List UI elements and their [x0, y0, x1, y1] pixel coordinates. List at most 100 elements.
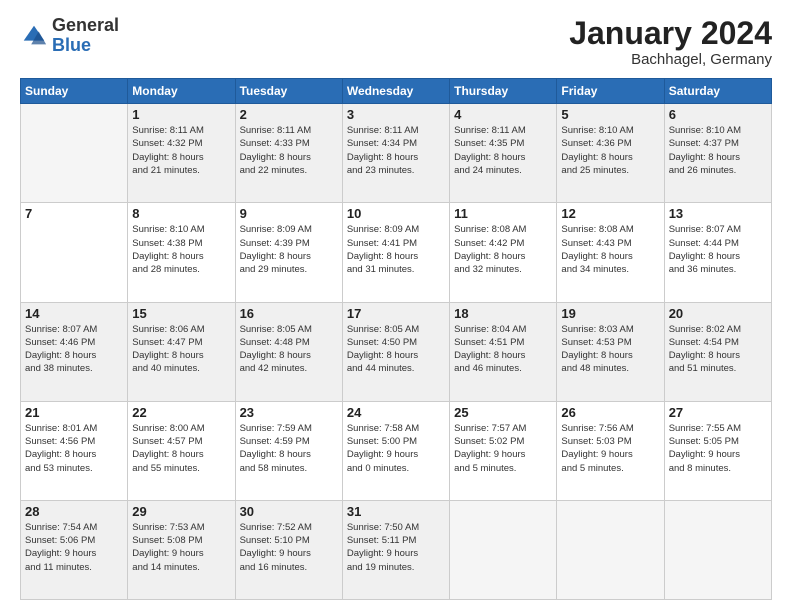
day-number: 22	[132, 405, 230, 420]
table-row: 21Sunrise: 8:01 AM Sunset: 4:56 PM Dayli…	[21, 401, 128, 500]
table-row: 23Sunrise: 7:59 AM Sunset: 4:59 PM Dayli…	[235, 401, 342, 500]
day-number: 14	[25, 306, 123, 321]
table-row: 25 Sunrise: 7:57 AM Sunset: 5:02 PM Dayli…	[450, 401, 557, 500]
table-row: 17 Sunrise: 8:05 AM Sunset: 4:50 PM Dayli…	[342, 302, 449, 401]
day-info: Sunrise: 8:10 AM Sunset: 4:37 PM Dayligh…	[669, 124, 767, 177]
day-number: 18	[454, 306, 552, 321]
day-number: 23	[240, 405, 338, 420]
table-row: 14 Sunrise: 8:07 AM Sunset: 4:46 PM Dayli…	[21, 302, 128, 401]
table-row: 30 Sunrise: 7:52 AM Sunset: 5:10 PM Dayli…	[235, 500, 342, 599]
day-info: Sunrise: 7:54 AM Sunset: 5:06 PM Dayligh…	[25, 521, 123, 574]
day-info: Sunrise: 8:05 AM Sunset: 4:50 PM Dayligh…	[347, 323, 445, 376]
table-row: 19 Sunrise: 8:03 AM Sunset: 4:53 PM Dayli…	[557, 302, 664, 401]
day-info: Sunrise: 8:11 AM Sunset: 4:35 PM Dayligh…	[454, 124, 552, 177]
logo-icon	[20, 22, 48, 50]
day-number: 25	[454, 405, 552, 420]
logo: General Blue	[20, 16, 119, 56]
day-info: Sunrise: 7:52 AM Sunset: 5:10 PM Dayligh…	[240, 521, 338, 574]
day-number: 1	[132, 107, 230, 122]
day-number: 11	[454, 206, 552, 221]
day-number: 19	[561, 306, 659, 321]
table-row	[664, 500, 771, 599]
day-info: Sunrise: 8:10 AM Sunset: 4:38 PM Dayligh…	[132, 223, 230, 276]
day-info: Sunrise: 7:55 AM Sunset: 5:05 PM Dayligh…	[669, 422, 767, 475]
location: Bachhagel, Germany	[569, 51, 772, 68]
table-row: 3Sunrise: 8:11 AM Sunset: 4:34 PM Daylig…	[342, 104, 449, 203]
logo-blue-text: Blue	[52, 35, 91, 55]
day-info: Sunrise: 7:56 AM Sunset: 5:03 PM Dayligh…	[561, 422, 659, 475]
day-number: 4	[454, 107, 552, 122]
day-info: Sunrise: 8:02 AM Sunset: 4:54 PM Dayligh…	[669, 323, 767, 376]
day-number: 2	[240, 107, 338, 122]
day-number: 13	[669, 206, 767, 221]
table-row: 5 Sunrise: 8:10 AM Sunset: 4:36 PM Daylig…	[557, 104, 664, 203]
day-info: Sunrise: 8:00 AM Sunset: 4:57 PM Dayligh…	[132, 422, 230, 475]
day-info: Sunrise: 7:57 AM Sunset: 5:02 PM Dayligh…	[454, 422, 552, 475]
day-number: 12	[561, 206, 659, 221]
table-row: 29 Sunrise: 7:53 AM Sunset: 5:08 PM Dayli…	[128, 500, 235, 599]
header: General Blue January 2024 Bachhagel, Ger…	[20, 16, 772, 68]
day-number: 10	[347, 206, 445, 221]
day-number: 16	[240, 306, 338, 321]
table-row: 2 Sunrise: 8:11 AM Sunset: 4:33 PM Daylig…	[235, 104, 342, 203]
logo-text: General Blue	[52, 16, 119, 56]
day-info: Sunrise: 8:11 AM Sunset: 4:33 PM Dayligh…	[240, 124, 338, 177]
table-row: 6 Sunrise: 8:10 AM Sunset: 4:37 PM Daylig…	[664, 104, 771, 203]
day-number: 26	[561, 405, 659, 420]
table-row	[450, 500, 557, 599]
logo-general: General	[52, 15, 119, 35]
day-number: 24	[347, 405, 445, 420]
day-info: Sunrise: 8:09 AM Sunset: 4:39 PM Dayligh…	[240, 223, 338, 276]
table-row: 8 Sunrise: 8:10 AM Sunset: 4:38 PM Daylig…	[128, 203, 235, 302]
day-number: 6	[669, 107, 767, 122]
table-row: 22 Sunrise: 8:00 AM Sunset: 4:57 PM Dayli…	[128, 401, 235, 500]
table-row: 7	[21, 203, 128, 302]
calendar-row: 14 Sunrise: 8:07 AM Sunset: 4:46 PM Dayli…	[21, 302, 772, 401]
table-row: 26 Sunrise: 7:56 AM Sunset: 5:03 PM Dayli…	[557, 401, 664, 500]
day-info: Sunrise: 8:01 AM Sunset: 4:56 PM Dayligh…	[25, 422, 123, 475]
calendar-row: 1 Sunrise: 8:11 AM Sunset: 4:32 PM Daylig…	[21, 104, 772, 203]
header-wednesday: Wednesday	[342, 79, 449, 104]
day-info: Sunrise: 7:53 AM Sunset: 5:08 PM Dayligh…	[132, 521, 230, 574]
day-number: 15	[132, 306, 230, 321]
day-info: Sunrise: 8:08 AM Sunset: 4:42 PM Dayligh…	[454, 223, 552, 276]
header-sunday: Sunday	[21, 79, 128, 104]
day-info: Sunrise: 8:11 AM Sunset: 4:32 PM Dayligh…	[132, 124, 230, 177]
table-row: 12Sunrise: 8:08 AM Sunset: 4:43 PM Dayli…	[557, 203, 664, 302]
table-row: 20Sunrise: 8:02 AM Sunset: 4:54 PM Dayli…	[664, 302, 771, 401]
weekday-header-row: Sunday Monday Tuesday Wednesday Thursday…	[21, 79, 772, 104]
header-saturday: Saturday	[664, 79, 771, 104]
day-number: 30	[240, 504, 338, 519]
day-info: Sunrise: 8:03 AM Sunset: 4:53 PM Dayligh…	[561, 323, 659, 376]
day-number: 27	[669, 405, 767, 420]
table-row: 9 Sunrise: 8:09 AM Sunset: 4:39 PM Daylig…	[235, 203, 342, 302]
day-number: 31	[347, 504, 445, 519]
day-number: 9	[240, 206, 338, 221]
table-row	[21, 104, 128, 203]
day-number: 17	[347, 306, 445, 321]
header-thursday: Thursday	[450, 79, 557, 104]
table-row: 11 Sunrise: 8:08 AM Sunset: 4:42 PM Dayli…	[450, 203, 557, 302]
day-number: 28	[25, 504, 123, 519]
table-row: 16Sunrise: 8:05 AM Sunset: 4:48 PM Dayli…	[235, 302, 342, 401]
table-row: 13Sunrise: 8:07 AM Sunset: 4:44 PM Dayli…	[664, 203, 771, 302]
month-title: January 2024	[569, 16, 772, 51]
day-number: 29	[132, 504, 230, 519]
day-info: Sunrise: 8:06 AM Sunset: 4:47 PM Dayligh…	[132, 323, 230, 376]
table-row: 1 Sunrise: 8:11 AM Sunset: 4:32 PM Daylig…	[128, 104, 235, 203]
day-info: Sunrise: 8:09 AM Sunset: 4:41 PM Dayligh…	[347, 223, 445, 276]
calendar-table: Sunday Monday Tuesday Wednesday Thursday…	[20, 78, 772, 600]
header-monday: Monday	[128, 79, 235, 104]
day-info: Sunrise: 8:07 AM Sunset: 4:46 PM Dayligh…	[25, 323, 123, 376]
day-number: 8	[132, 206, 230, 221]
title-block: January 2024 Bachhagel, Germany	[569, 16, 772, 68]
day-number: 5	[561, 107, 659, 122]
table-row: 24Sunrise: 7:58 AM Sunset: 5:00 PM Dayli…	[342, 401, 449, 500]
day-info: Sunrise: 8:10 AM Sunset: 4:36 PM Dayligh…	[561, 124, 659, 177]
calendar-row: 28 Sunrise: 7:54 AM Sunset: 5:06 PM Dayli…	[21, 500, 772, 599]
page: General Blue January 2024 Bachhagel, Ger…	[0, 0, 792, 612]
table-row: 4 Sunrise: 8:11 AM Sunset: 4:35 PM Daylig…	[450, 104, 557, 203]
day-info: Sunrise: 7:50 AM Sunset: 5:11 PM Dayligh…	[347, 521, 445, 574]
table-row: 28 Sunrise: 7:54 AM Sunset: 5:06 PM Dayli…	[21, 500, 128, 599]
day-info: Sunrise: 8:04 AM Sunset: 4:51 PM Dayligh…	[454, 323, 552, 376]
